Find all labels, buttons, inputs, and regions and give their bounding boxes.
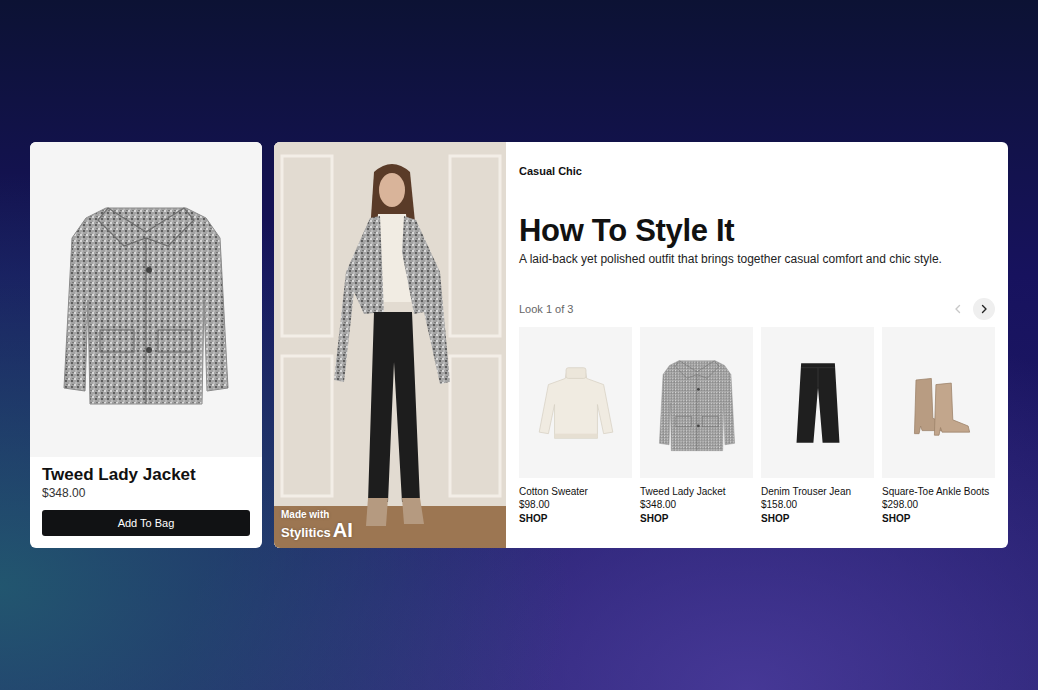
item-name: Cotton Sweater xyxy=(519,485,632,498)
look-content: Casual Chic How To Style It A laid-back ye… xyxy=(506,142,1008,548)
badge-brand-row: StyliticsAI xyxy=(281,520,353,540)
product-name: Tweed Lady Jacket xyxy=(42,465,250,485)
look-title: How To Style It xyxy=(519,213,995,249)
item-name: Tweed Lady Jacket xyxy=(640,485,753,498)
look-item: Denim Trouser Jean$158.00SHOP xyxy=(761,327,874,526)
chevron-right-icon xyxy=(979,304,989,314)
look-item: Cotton Sweater$98.00SHOP xyxy=(519,327,632,526)
item-price: $298.00 xyxy=(882,498,995,511)
item-name: Square-Toe Ankle Boots xyxy=(882,485,995,498)
item-shop-link[interactable]: SHOP xyxy=(640,511,753,526)
product-info: Tweed Lady Jacket$348.00 Add To Bag xyxy=(30,457,262,548)
jeans-icon xyxy=(772,348,864,458)
look-counter: Look 1 of 3 xyxy=(519,303,573,315)
look-category: Casual Chic xyxy=(519,164,995,178)
add-to-bag-button[interactable]: Add To Bag xyxy=(42,510,250,536)
look-nav: Look 1 of 3 xyxy=(519,298,995,320)
item-shop-link[interactable]: SHOP xyxy=(882,511,995,526)
jacket-icon xyxy=(56,180,236,420)
page: Tweed Lady Jacket$348.00Add To BagMade w… xyxy=(0,0,1038,690)
look-arrows xyxy=(947,298,995,320)
badge-brand: Stylitics xyxy=(281,526,331,539)
chevron-left-icon xyxy=(953,304,963,314)
look-item: Square-Toe Ankle Boots$298.00SHOP xyxy=(882,327,995,526)
item-shop-link[interactable]: SHOP xyxy=(519,511,632,526)
look-item: Tweed Lady Jacket$348.00SHOP xyxy=(640,327,753,526)
item-price: $98.00 xyxy=(519,498,632,511)
look-items: Cotton Sweater$98.00SHOPTweed Lady Jacke… xyxy=(519,327,995,526)
next-look-button[interactable] xyxy=(973,298,995,320)
stylitics-badge: Made withStyliticsAI xyxy=(281,510,353,540)
model-photo-icon xyxy=(274,142,506,548)
look-photo: Made withStyliticsAI xyxy=(274,142,506,548)
jacket-icon xyxy=(651,348,743,458)
badge-suffix: AI xyxy=(333,520,353,540)
item-name: Denim Trouser Jean xyxy=(761,485,874,498)
product-image[interactable] xyxy=(30,142,262,457)
badge-prefix: Made with xyxy=(281,510,353,520)
item-price: $348.00 xyxy=(640,498,753,511)
product-price: $348.00 xyxy=(42,485,250,501)
item-image[interactable] xyxy=(761,327,874,478)
sweater-icon xyxy=(530,348,622,458)
look-card: Made withStyliticsAICasual ChicHow To St… xyxy=(274,142,1008,548)
boots-icon xyxy=(893,348,985,458)
product-card: Tweed Lady Jacket$348.00 Add To Bag xyxy=(30,142,262,548)
item-image[interactable] xyxy=(882,327,995,478)
item-price: $158.00 xyxy=(761,498,874,511)
prev-look-button[interactable] xyxy=(947,298,969,320)
look-description: A laid-back yet polished outfit that bri… xyxy=(519,251,995,267)
item-image[interactable] xyxy=(519,327,632,478)
item-shop-link[interactable]: SHOP xyxy=(761,511,874,526)
item-image[interactable] xyxy=(640,327,753,478)
